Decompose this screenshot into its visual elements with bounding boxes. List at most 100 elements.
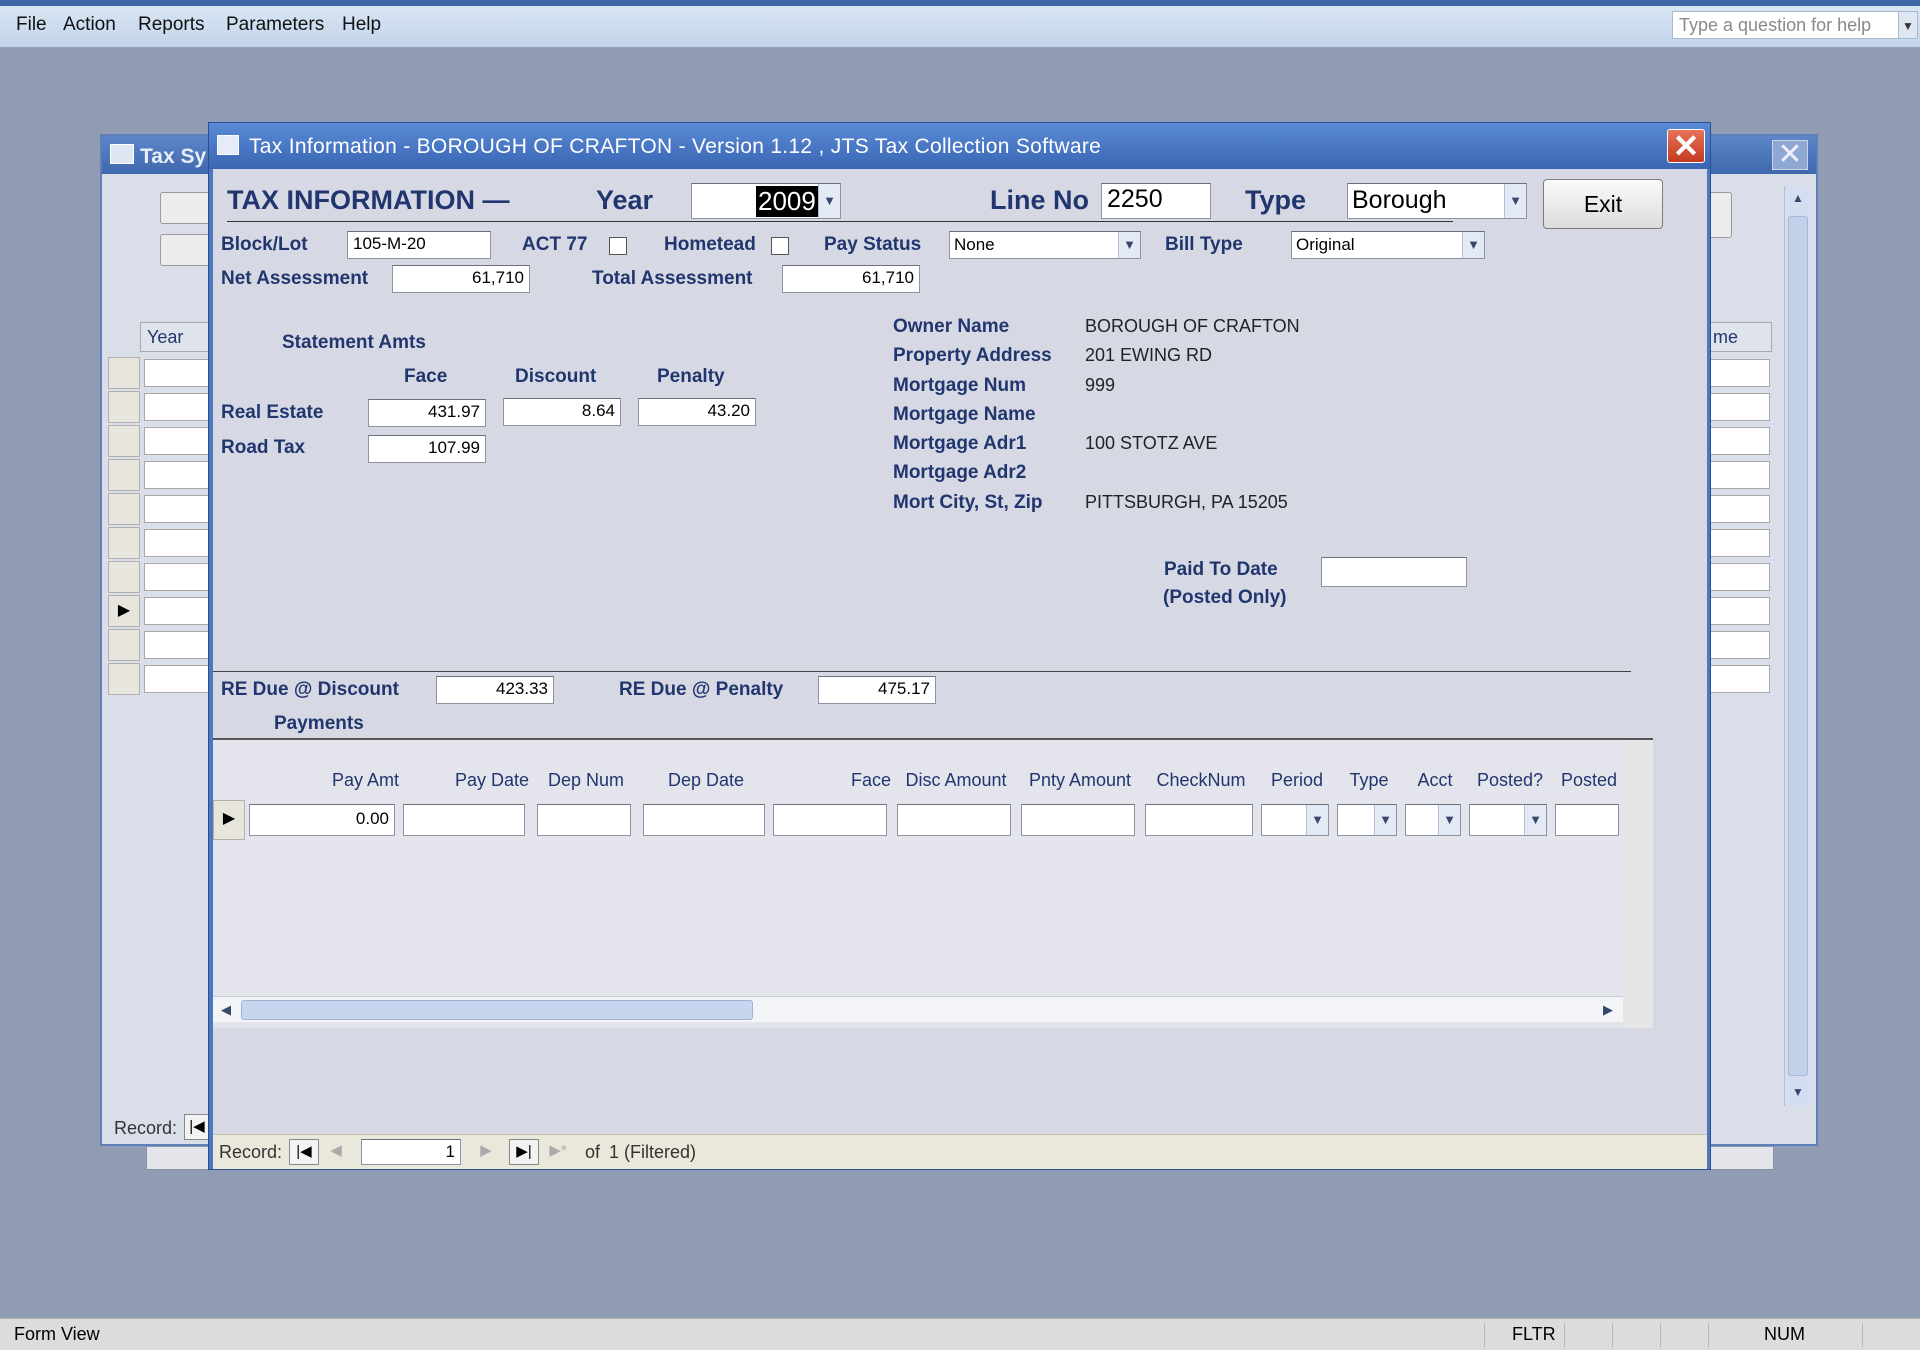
year-combo[interactable]: 2009 ▼ bbox=[691, 183, 841, 219]
cell-dep-num[interactable] bbox=[537, 804, 631, 836]
cell-posted[interactable] bbox=[1555, 804, 1619, 836]
background-name-cell[interactable] bbox=[1710, 427, 1770, 455]
column-header-pay-amt: Pay Amt bbox=[331, 770, 399, 790]
last-record-icon[interactable]: ▶| bbox=[509, 1139, 539, 1165]
horizontal-scroll-thumb[interactable] bbox=[241, 1000, 753, 1020]
record-of-label: of bbox=[585, 1142, 601, 1162]
form-icon bbox=[110, 144, 134, 164]
cell-pay-amt[interactable]: 0.00 bbox=[249, 804, 395, 836]
background-name-cell[interactable] bbox=[1710, 665, 1770, 693]
cell-pay-date[interactable] bbox=[403, 804, 525, 836]
menu-action[interactable]: Action bbox=[63, 14, 116, 36]
background-row-selector[interactable] bbox=[108, 425, 140, 457]
column-header-pay-date: Pay Date bbox=[454, 770, 529, 790]
title-strip bbox=[0, 0, 1920, 6]
bill-type-dropdown-icon[interactable]: ▼ bbox=[1462, 232, 1484, 258]
re-due-discount-label: RE Due @ Discount bbox=[221, 679, 399, 700]
cell-dep-date[interactable] bbox=[643, 804, 765, 836]
exit-button[interactable]: Exit bbox=[1543, 179, 1663, 229]
background-name-cell[interactable] bbox=[1710, 393, 1770, 421]
form-icon bbox=[217, 135, 239, 155]
record-selector-arrow-icon[interactable]: ▶ bbox=[213, 800, 245, 840]
cell-period[interactable]: ▼ bbox=[1261, 804, 1329, 836]
scroll-left-icon[interactable]: ◀ bbox=[215, 997, 237, 1023]
cell-posted-q[interactable]: ▼ bbox=[1469, 804, 1547, 836]
re-due-penalty-input[interactable]: 475.17 bbox=[818, 676, 936, 704]
first-record-icon[interactable]: |◀ bbox=[289, 1139, 319, 1165]
line-no-input[interactable]: 2250 bbox=[1101, 183, 1211, 219]
next-record-icon[interactable]: ▶ bbox=[471, 1139, 501, 1165]
help-search-input[interactable]: Type a question for help bbox=[1672, 11, 1900, 39]
bill-type-combo[interactable]: Original ▼ bbox=[1291, 231, 1485, 259]
background-name-cell[interactable] bbox=[1710, 495, 1770, 523]
chevron-down-icon[interactable]: ▼ bbox=[1306, 805, 1328, 835]
background-name-cell[interactable] bbox=[1710, 529, 1770, 557]
cell-face[interactable] bbox=[773, 804, 887, 836]
background-row-selector[interactable] bbox=[108, 459, 140, 491]
cell-type[interactable]: ▼ bbox=[1337, 804, 1397, 836]
column-header-posted: Posted bbox=[1560, 770, 1618, 790]
current-record-input[interactable]: 1 bbox=[361, 1139, 461, 1165]
cell-pnty-amount[interactable] bbox=[1021, 804, 1135, 836]
mortgage-name-label: Mortgage Name bbox=[893, 404, 1036, 425]
chevron-down-icon[interactable]: ▼ bbox=[1374, 805, 1396, 835]
real-estate-discount-input[interactable]: 8.64 bbox=[503, 398, 621, 426]
act77-checkbox[interactable] bbox=[609, 237, 627, 255]
real-estate-face-input[interactable]: 431.97 bbox=[368, 399, 486, 427]
previous-record-icon[interactable]: ◀ bbox=[321, 1139, 351, 1165]
year-dropdown-icon[interactable]: ▼ bbox=[818, 184, 840, 218]
background-name-cell[interactable] bbox=[1710, 461, 1770, 489]
background-row-selector[interactable] bbox=[108, 391, 140, 423]
background-row-selector[interactable] bbox=[108, 527, 140, 559]
menu-help[interactable]: Help bbox=[342, 14, 381, 36]
block-lot-input[interactable]: 105-M-20 bbox=[347, 231, 491, 259]
background-row-selector[interactable] bbox=[108, 663, 140, 695]
menu-parameters[interactable]: Parameters bbox=[226, 14, 324, 36]
status-cell bbox=[1660, 1323, 1708, 1347]
menu-file[interactable]: File bbox=[16, 14, 47, 36]
background-row-selector[interactable] bbox=[108, 493, 140, 525]
scroll-right-icon[interactable]: ▶ bbox=[1597, 997, 1619, 1023]
background-close-icon[interactable]: ✕ bbox=[1772, 140, 1808, 170]
payments-label: Payments bbox=[274, 713, 364, 734]
pay-status-dropdown-icon[interactable]: ▼ bbox=[1118, 232, 1140, 258]
help-dropdown-icon[interactable]: ▼ bbox=[1898, 11, 1918, 39]
column-header-dep-date: Dep Date bbox=[667, 770, 745, 790]
scroll-up-icon[interactable]: ▲ bbox=[1785, 186, 1811, 210]
background-row-selector[interactable] bbox=[108, 561, 140, 593]
background-name-cell[interactable] bbox=[1710, 597, 1770, 625]
payments-horizontal-scrollbar[interactable]: ◀ ▶ bbox=[213, 996, 1623, 1022]
cell-disc-amount[interactable] bbox=[897, 804, 1011, 836]
background-row-selector[interactable]: ▶ bbox=[108, 595, 140, 627]
re-due-discount-input[interactable]: 423.33 bbox=[436, 676, 554, 704]
homestead-checkbox[interactable] bbox=[771, 237, 789, 255]
chevron-down-icon[interactable]: ▼ bbox=[1524, 805, 1546, 835]
owner-name-label: Owner Name bbox=[893, 316, 1010, 337]
new-record-icon[interactable]: ▶* bbox=[543, 1139, 573, 1165]
chevron-down-icon[interactable]: ▼ bbox=[1438, 805, 1460, 835]
background-row-selector[interactable] bbox=[108, 629, 140, 661]
background-vertical-scrollbar[interactable]: ▲ ▼ bbox=[1784, 186, 1810, 1106]
total-assessment-input[interactable]: 61,710 bbox=[782, 265, 920, 293]
column-header-type: Type bbox=[1349, 770, 1389, 790]
pay-status-combo[interactable]: None ▼ bbox=[949, 231, 1141, 259]
status-fltr: FLTR bbox=[1512, 1324, 1556, 1344]
scroll-thumb[interactable] bbox=[1788, 216, 1808, 1076]
background-name-cell[interactable] bbox=[1710, 631, 1770, 659]
background-row-selector[interactable] bbox=[108, 357, 140, 389]
type-dropdown-icon[interactable]: ▼ bbox=[1504, 184, 1526, 218]
scroll-down-icon[interactable]: ▼ bbox=[1785, 1080, 1811, 1104]
background-first-record-icon[interactable]: |◀ bbox=[184, 1114, 210, 1140]
cell-checknum[interactable] bbox=[1145, 804, 1253, 836]
close-icon[interactable]: ✕ bbox=[1667, 129, 1705, 163]
menu-reports[interactable]: Reports bbox=[138, 14, 205, 36]
background-name-cell[interactable] bbox=[1710, 563, 1770, 591]
name-column-header: me bbox=[1708, 322, 1772, 352]
paid-to-date-input[interactable] bbox=[1321, 557, 1467, 587]
cell-acct[interactable]: ▼ bbox=[1405, 804, 1461, 836]
road-tax-face-input[interactable]: 107.99 bbox=[368, 435, 486, 463]
real-estate-penalty-input[interactable]: 43.20 bbox=[638, 398, 756, 426]
net-assessment-input[interactable]: 61,710 bbox=[392, 265, 530, 293]
background-name-cell[interactable] bbox=[1710, 359, 1770, 387]
type-combo[interactable]: Borough ▼ bbox=[1347, 183, 1527, 219]
